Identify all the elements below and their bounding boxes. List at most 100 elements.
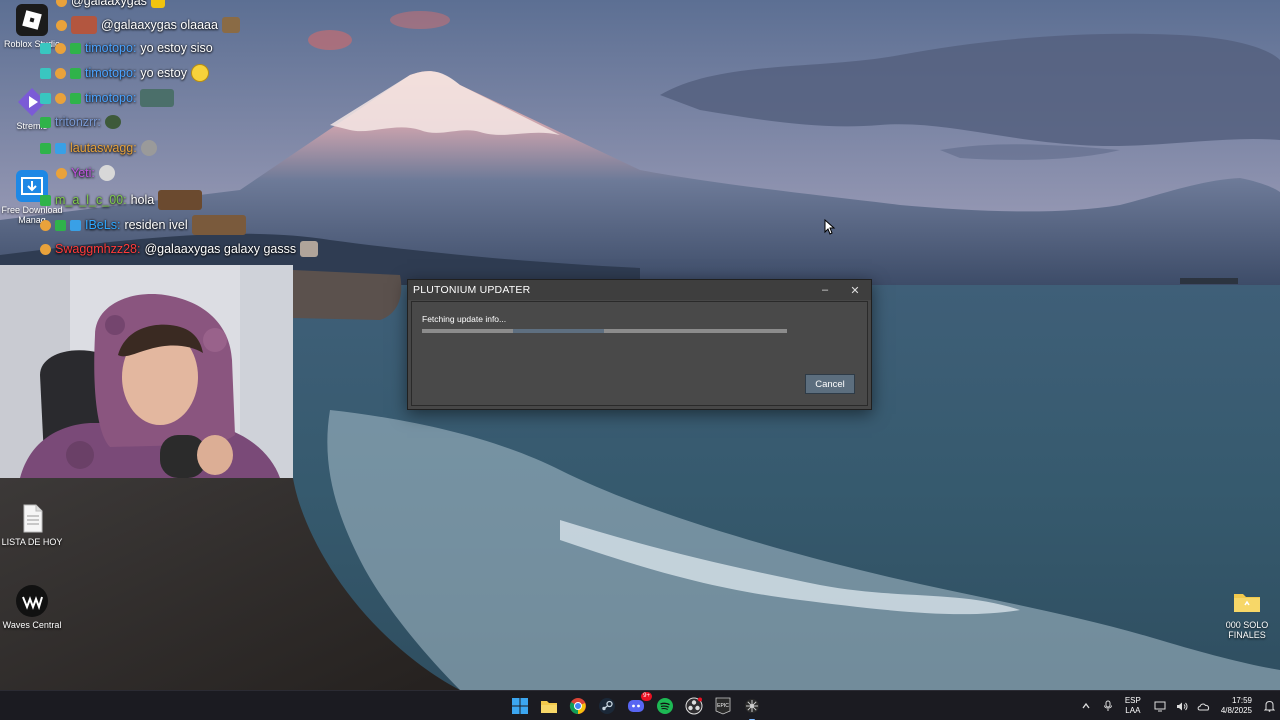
badge-icon xyxy=(70,219,81,231)
volume-icon[interactable] xyxy=(1174,698,1190,714)
emote-icon xyxy=(191,215,246,235)
close-button[interactable]: ✕ xyxy=(841,280,869,300)
chat-message: timotopo: yo estoy siso xyxy=(40,41,213,55)
chat-username: timotopo: xyxy=(85,91,137,105)
chat-message: tritonzrr: xyxy=(40,115,121,129)
chat-message: timotopo: xyxy=(40,89,175,107)
chat-username: tritonzrr: xyxy=(55,115,101,129)
chat-text: yo estoy xyxy=(140,66,187,80)
chat-text: @galaaxygas olaaaa xyxy=(101,18,218,32)
mod-badge-icon xyxy=(70,67,81,79)
chat-username: lautaswagg: xyxy=(70,141,137,155)
desktop-icon-waves-central[interactable]: Waves Central xyxy=(0,585,64,630)
neutral-face-emoji-icon xyxy=(190,64,209,82)
taskbar-obs[interactable] xyxy=(684,696,704,716)
chat-message: lautaswagg: xyxy=(40,140,157,156)
steam-icon xyxy=(599,698,615,714)
taskbar-steam[interactable] xyxy=(597,696,617,716)
chat-message: timotopo: yo estoy xyxy=(40,64,209,82)
sub-badge-icon xyxy=(56,167,67,179)
chat-username: Yeti: xyxy=(71,166,95,180)
mod-badge-icon xyxy=(40,116,51,128)
folder-icon xyxy=(1231,585,1263,617)
chat-message: @galaaxygas olaaaa xyxy=(56,16,240,34)
plutonium-icon xyxy=(745,699,759,713)
mod-badge-icon xyxy=(40,142,51,154)
stream-chat-overlay: @galaaxygas @galaaxygas olaaaa timotopo:… xyxy=(0,0,319,265)
chat-message: IBeLs: residen ivel xyxy=(40,215,246,235)
sub-badge-icon xyxy=(40,243,51,255)
plutonium-updater-window: PLUTONIUM UPDATER – ✕ Fetching update in… xyxy=(407,279,872,410)
onedrive-cloud-icon[interactable] xyxy=(1196,698,1212,714)
taskbar: 9+ EPIC ESP LAA 17:59 4/8/2025 xyxy=(0,690,1280,720)
desktop-icon-label: Waves Central xyxy=(2,620,62,630)
emote-icon xyxy=(71,16,97,34)
keyboard-layout: LAA xyxy=(1125,706,1141,715)
chat-message: Yeti: xyxy=(56,165,115,181)
desktop-icon-lista-de-hoy[interactable]: LISTA DE HOY xyxy=(0,502,64,547)
emote-icon xyxy=(158,190,203,210)
taskbar-spotify[interactable] xyxy=(655,696,675,716)
folder-icon xyxy=(541,701,557,713)
taskbar-file-explorer[interactable] xyxy=(539,696,559,716)
start-button[interactable] xyxy=(510,696,530,716)
sub-badge-icon xyxy=(56,19,67,31)
emote-icon xyxy=(300,241,319,257)
skull-emoji-icon xyxy=(98,165,115,181)
taskbar-plutonium[interactable] xyxy=(742,696,762,720)
chat-text: @galaaxygas galaxy gasss xyxy=(144,242,297,256)
window-titlebar[interactable]: PLUTONIUM UPDATER – ✕ xyxy=(408,280,871,300)
window-title: PLUTONIUM UPDATER xyxy=(413,284,531,296)
chat-username: Swaggmhzz28: xyxy=(55,242,141,256)
chat-text: hola xyxy=(130,193,155,207)
desktop-icon-label: 000 SOLO FINALES xyxy=(1225,620,1269,641)
language-code: ESP xyxy=(1124,696,1141,706)
clock-time: 17:59 xyxy=(1231,696,1252,705)
chat-username: @galaaxygas xyxy=(71,0,147,8)
chat-message: @galaaxygas xyxy=(56,0,165,8)
mod-badge-icon xyxy=(55,219,66,231)
waves-icon xyxy=(16,585,48,617)
emote-icon xyxy=(140,89,175,107)
badge-icon xyxy=(40,92,51,104)
chat-text: residen ivel xyxy=(124,218,188,232)
svg-text:EPIC: EPIC xyxy=(717,703,729,709)
notification-bell-icon[interactable] xyxy=(1261,698,1277,714)
chat-username: IBeLs: xyxy=(85,218,121,232)
dialog-body: Fetching update info... Cancel xyxy=(411,301,868,406)
obs-icon xyxy=(685,697,703,715)
badge-icon xyxy=(40,67,51,79)
emote-icon xyxy=(140,140,157,156)
clock[interactable]: 17:59 4/8/2025 xyxy=(1221,696,1252,716)
badge-icon xyxy=(55,142,66,154)
chevron-up-icon[interactable] xyxy=(1078,698,1094,714)
mod-badge-icon xyxy=(40,194,51,206)
mouse-cursor-icon xyxy=(824,218,836,240)
chat-message: m_a_l_c_00: hola xyxy=(40,190,203,210)
status-text: Fetching update info... xyxy=(422,314,507,324)
taskbar-apps: 9+ EPIC xyxy=(510,691,762,720)
cancel-button[interactable]: Cancel xyxy=(805,374,855,394)
system-tray: ESP LAA 17:59 4/8/2025 xyxy=(1075,691,1280,720)
network-icon[interactable] xyxy=(1152,698,1168,714)
emote-icon xyxy=(150,0,165,8)
notification-badge: 9+ xyxy=(641,692,652,701)
taskbar-chrome[interactable] xyxy=(568,696,588,716)
webcam-overlay xyxy=(0,265,293,478)
chat-username: timotopo: xyxy=(85,41,137,55)
spotify-icon xyxy=(657,698,673,714)
minimize-button[interactable]: – xyxy=(811,280,839,300)
language-indicator[interactable]: ESP LAA xyxy=(1125,696,1141,715)
emote-icon xyxy=(104,115,121,129)
taskbar-discord[interactable]: 9+ xyxy=(626,692,652,716)
chat-text: yo estoy siso xyxy=(140,41,213,55)
desktop-icon-000-solo-finales[interactable]: 000 SOLO FINALES xyxy=(1215,585,1279,641)
taskbar-epic-games[interactable]: EPIC xyxy=(713,696,733,716)
sub-badge-icon xyxy=(40,219,51,231)
mod-badge-icon xyxy=(70,42,81,54)
emote-icon xyxy=(221,17,240,33)
chat-username: timotopo: xyxy=(85,66,137,80)
chrome-icon xyxy=(569,698,586,715)
clock-date: 4/8/2025 xyxy=(1220,706,1252,715)
microphone-icon[interactable] xyxy=(1100,698,1116,714)
